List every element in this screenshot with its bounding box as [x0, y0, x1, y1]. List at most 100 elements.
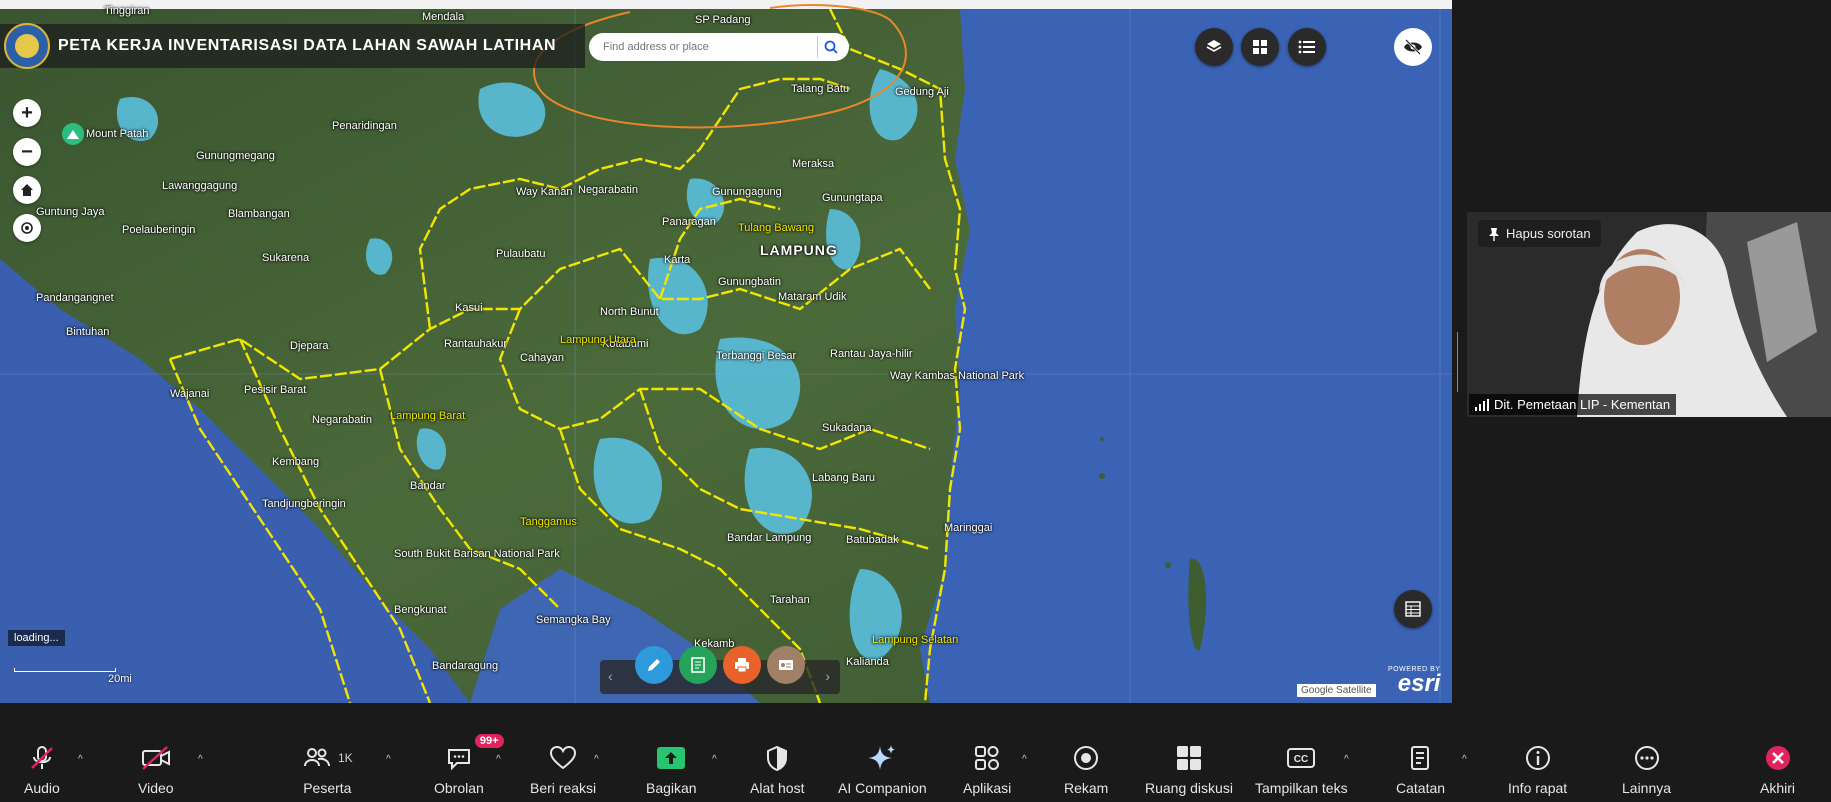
place-label: Rantauhakur — [444, 338, 507, 350]
carousel-prev-icon[interactable]: ‹ — [608, 668, 613, 684]
place-label: South Bukit Barisan National Park — [394, 548, 560, 560]
captions-label: Tampilkan teks — [1255, 780, 1348, 796]
address-search[interactable] — [589, 33, 849, 61]
table-icon — [1405, 601, 1421, 617]
print-tool-button[interactable] — [723, 646, 761, 684]
participant-video-tile[interactable]: Hapus sorotan Dit. Pemetaan LIP - Kement… — [1467, 212, 1831, 417]
place-label: Pulaubatu — [496, 248, 546, 260]
carousel-next-icon[interactable]: › — [825, 668, 830, 684]
apps-label: Aplikasi — [963, 780, 1012, 796]
layers-button[interactable] — [1195, 28, 1233, 66]
home-button[interactable] — [13, 176, 41, 204]
svg-text:CC: CC — [1294, 754, 1308, 765]
place-label: Cahayan — [520, 352, 565, 364]
participant-name: Dit. Pemetaan LIP - Kementan — [1494, 397, 1671, 412]
record-button[interactable]: Rekam — [1064, 740, 1108, 796]
more-label: Lainnya — [1622, 780, 1672, 796]
apps-button[interactable]: Aplikasi — [963, 740, 1011, 796]
more-button[interactable]: Lainnya — [1622, 740, 1671, 796]
zoom-meeting-window: Tinggiran Mendala SP Padang Talang Batu … — [0, 0, 1831, 802]
place-label: Penaridingan — [332, 120, 397, 132]
share-label: Bagikan — [646, 780, 697, 796]
place-label: Sukadana — [822, 422, 872, 434]
place-label: Gunungbatin — [718, 276, 781, 288]
agency-logo-icon — [4, 23, 50, 69]
end-meeting-button[interactable]: Akhiri — [1760, 740, 1795, 796]
captions-button[interactable]: CC Tampilkan teks — [1255, 740, 1348, 796]
pencil-icon — [648, 659, 660, 671]
place-label: Way Kanan — [516, 186, 573, 198]
participants-button[interactable]: 1K Peserta — [302, 740, 353, 796]
host-tools-label: Alat host — [750, 780, 805, 796]
plus-icon: + — [21, 101, 33, 124]
info-tool-button[interactable] — [767, 646, 805, 684]
edit-form-icon — [691, 657, 705, 673]
list-icon — [1298, 40, 1315, 54]
shield-icon — [767, 745, 788, 772]
ai-companion-label: AI Companion — [838, 780, 927, 796]
place-label: Kembang — [272, 456, 320, 468]
closed-captions-icon: CC — [1287, 748, 1316, 768]
participants-options-chevron-icon[interactable]: ^ — [386, 754, 391, 765]
sparkle-icon — [868, 745, 896, 770]
scale-bar — [14, 668, 116, 672]
apps-options-chevron-icon[interactable]: ^ — [1022, 754, 1027, 765]
participants-count: 1K — [338, 751, 353, 765]
hide-panels-button[interactable] — [1394, 28, 1432, 66]
close-icon — [1765, 746, 1790, 770]
place-label: Gunungagung — [712, 186, 782, 198]
spotlight-label: Hapus sorotan — [1506, 226, 1591, 241]
locate-icon — [21, 222, 33, 234]
reactions-button[interactable]: Beri reaksi — [530, 740, 596, 796]
search-button[interactable] — [817, 36, 843, 58]
eye-slash-icon — [1404, 39, 1422, 55]
notes-button[interactable]: Catatan — [1396, 740, 1445, 796]
share-options-chevron-icon[interactable]: ^ — [712, 754, 717, 765]
place-label: Mendala — [422, 11, 465, 23]
place-label: Meraksa — [792, 158, 835, 170]
edit-tool-button[interactable] — [679, 646, 717, 684]
layers-icon — [1206, 40, 1222, 52]
draw-tool-button[interactable] — [635, 646, 673, 684]
app-title: PETA KERJA INVENTARISASI DATA LAHAN SAWA… — [58, 37, 557, 54]
legend-list-button[interactable] — [1288, 28, 1326, 66]
place-label: Semangka Bay — [536, 614, 611, 626]
search-input[interactable] — [603, 41, 803, 53]
audio-button[interactable]: Audio — [24, 740, 60, 796]
place-label: Karta — [664, 254, 691, 266]
attribute-table-button[interactable] — [1394, 590, 1432, 628]
place-label: Negarabatin — [312, 414, 372, 426]
id-card-icon — [779, 660, 793, 670]
record-icon — [1074, 746, 1099, 770]
video-label: Video — [138, 780, 174, 796]
audio-options-chevron-icon[interactable]: ^ — [78, 754, 83, 765]
ai-companion-button[interactable]: AI Companion — [838, 740, 927, 796]
share-button[interactable]: Bagikan — [646, 740, 697, 796]
place-label: Tandjungberingin — [262, 498, 346, 510]
breakout-rooms-button[interactable]: Ruang diskusi — [1145, 740, 1233, 796]
breakout-rooms-label: Ruang diskusi — [1145, 780, 1233, 796]
meeting-info-button[interactable]: Info rapat — [1508, 740, 1567, 796]
place-label: Bandar — [410, 480, 446, 492]
chat-button[interactable]: 99+ Obrolan — [434, 734, 504, 796]
zoom-out-button[interactable]: − — [13, 138, 41, 166]
chat-label: Obrolan — [434, 780, 484, 796]
locate-button[interactable] — [13, 214, 41, 242]
basemap-gallery-button[interactable] — [1241, 28, 1279, 66]
captions-options-chevron-icon[interactable]: ^ — [1344, 754, 1349, 765]
panel-splitter[interactable] — [1457, 332, 1461, 392]
zoom-in-button[interactable]: + — [13, 99, 41, 127]
host-tools-button[interactable]: Alat host — [750, 740, 804, 796]
grid-icon — [1253, 40, 1267, 54]
mic-muted-icon — [31, 746, 53, 769]
chat-options-chevron-icon[interactable]: ^ — [496, 754, 501, 765]
notes-options-chevron-icon[interactable]: ^ — [1462, 754, 1467, 765]
place-label: Gunungtapa — [822, 192, 883, 204]
video-options-chevron-icon[interactable]: ^ — [198, 754, 203, 765]
reactions-options-chevron-icon[interactable]: ^ — [594, 754, 599, 765]
place-label: Guntung Jaya — [36, 206, 105, 218]
remove-spotlight-button[interactable]: Hapus sorotan — [1478, 220, 1601, 247]
place-label: Blambangan — [228, 208, 290, 220]
map-title-bar: PETA KERJA INVENTARISASI DATA LAHAN SAWA… — [0, 23, 585, 69]
video-button[interactable]: Video — [138, 740, 174, 796]
